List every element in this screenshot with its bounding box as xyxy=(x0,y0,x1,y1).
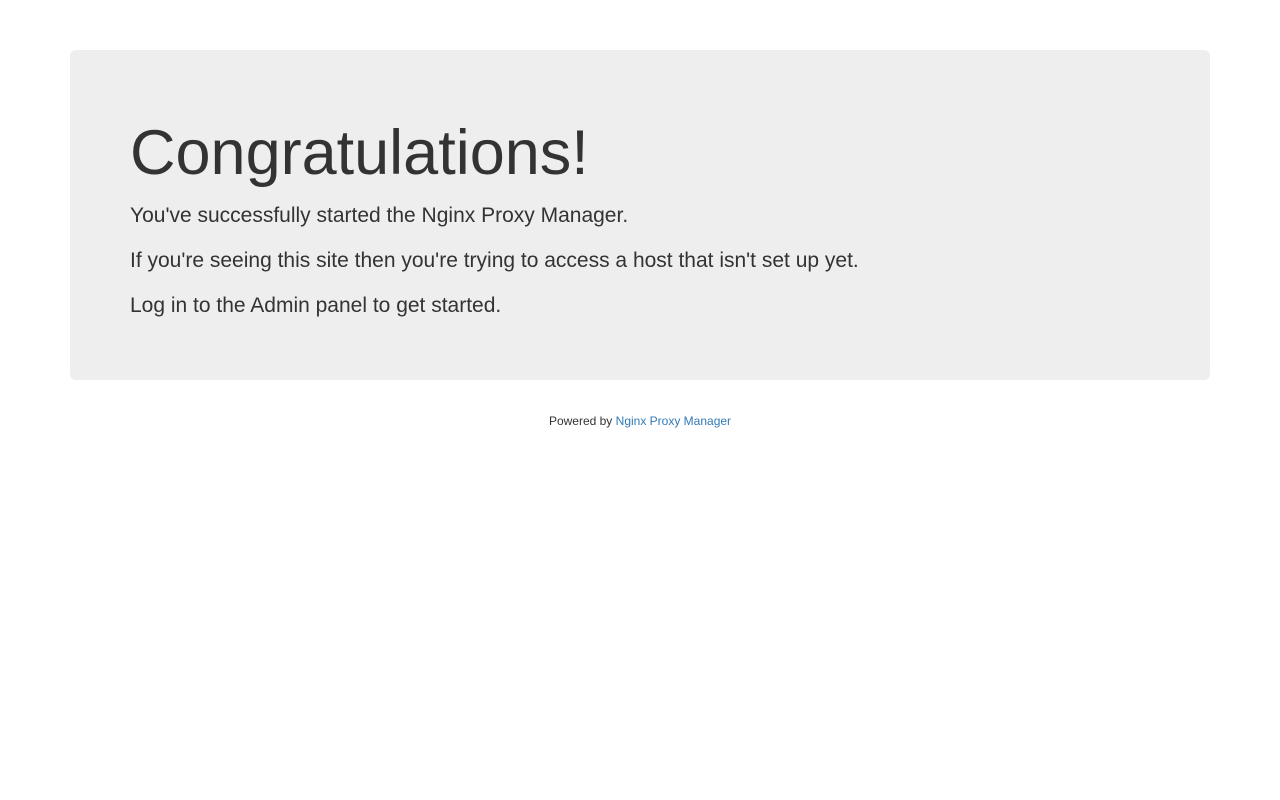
nginx-proxy-manager-link[interactable]: Nginx Proxy Manager xyxy=(616,414,731,428)
welcome-panel: Congratulations! You've successfully sta… xyxy=(70,50,1210,380)
page-title: Congratulations! xyxy=(130,118,589,188)
success-message: You've successfully started the Nginx Pr… xyxy=(130,204,629,227)
admin-login-message: Log in to the Admin panel to get started… xyxy=(130,294,502,317)
footer: Powered by Nginx Proxy Manager xyxy=(0,412,1280,430)
page: Congratulations! You've successfully sta… xyxy=(0,0,1280,800)
powered-by-label: Powered by xyxy=(548,414,613,428)
host-not-set-message: If you're seeing this site then you're t… xyxy=(130,249,859,272)
